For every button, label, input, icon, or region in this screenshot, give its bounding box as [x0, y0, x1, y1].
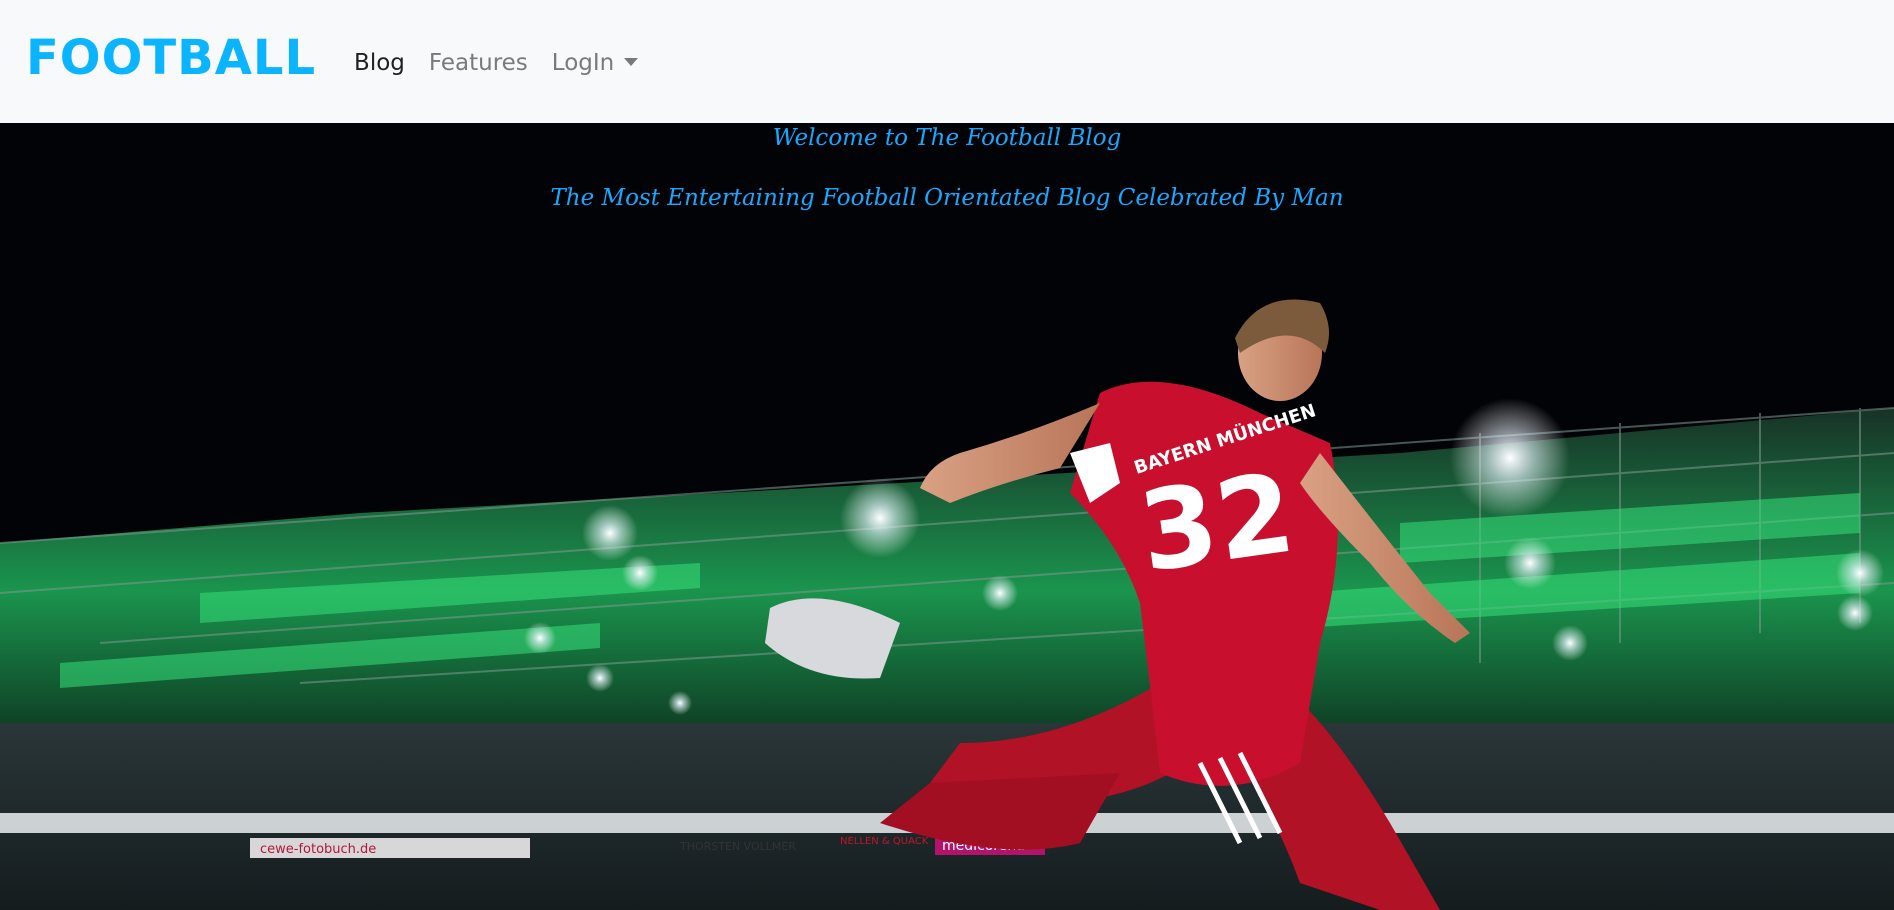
nav-dropdown-login-label: LogIn: [551, 49, 615, 76]
hero-image: cewe-fotobuch.de medicoreha THORSTEN VOL…: [0, 123, 1894, 910]
ad-text-cewe: cewe-fotobuch.de: [260, 842, 376, 857]
brand-logo[interactable]: FOOTBALL: [26, 30, 316, 86]
welcome-heading: Welcome to The Football Blog: [772, 125, 1122, 151]
nav-dropdown-login[interactable]: LogIn: [551, 49, 639, 76]
nav-link-features[interactable]: Features: [429, 50, 528, 76]
nav-link-blog[interactable]: Blog: [354, 50, 405, 76]
top-navbar: FOOTBALL Blog Features LogIn: [0, 0, 1894, 123]
hero-tagline: The Most Entertaining Football Orientate…: [550, 185, 1344, 211]
ad-text-vollmer: THORSTEN VOLLMER: [679, 840, 796, 853]
ad-text-nellen: NELLEN & QUACK: [840, 836, 929, 847]
hero-banner: cewe-fotobuch.de medicoreha THORSTEN VOL…: [0, 123, 1894, 910]
caret-down-icon: [624, 57, 639, 66]
